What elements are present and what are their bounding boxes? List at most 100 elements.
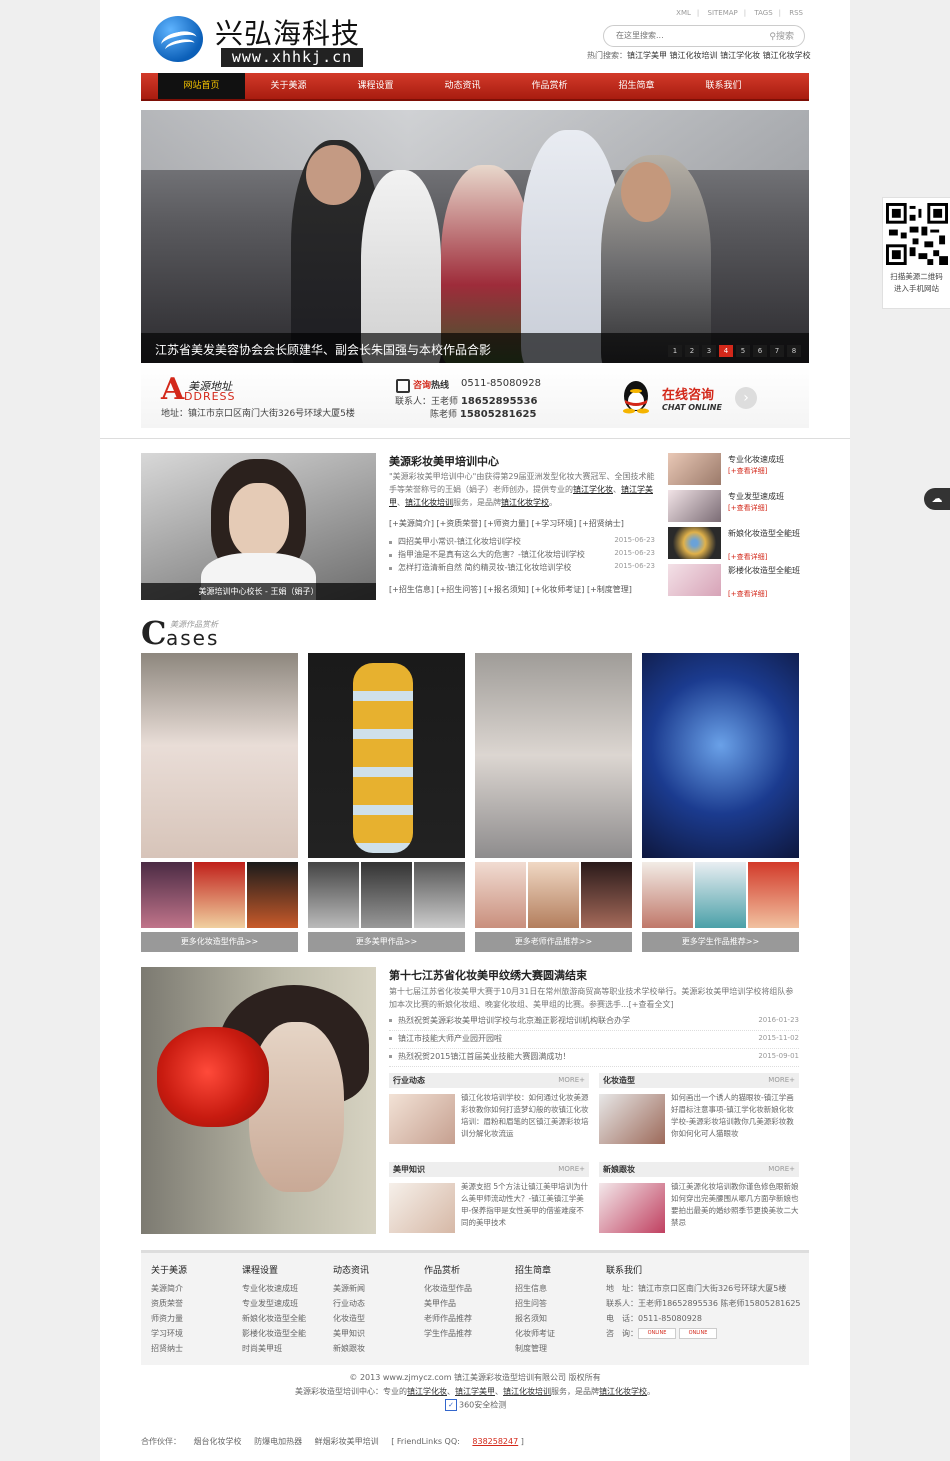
nav-works[interactable]: 作品赏析 xyxy=(506,73,593,99)
more-link[interactable]: MORE+ xyxy=(768,1076,795,1084)
list-item[interactable]: 指甲油是不是真有这么大的危害？-镇江化妆培训学校 2015-06-23 xyxy=(389,549,655,562)
more-makeup-works-button[interactable]: 更多化妆造型作品>> xyxy=(141,932,298,952)
more-nail-works-button[interactable]: 更多美甲作品>> xyxy=(308,932,465,952)
intro-title[interactable]: 美源彩妆美甲培训中心 xyxy=(389,453,499,469)
qq-online-button[interactable]: ONLINE xyxy=(679,1328,717,1339)
box-thumb[interactable] xyxy=(389,1094,455,1144)
case-thumb[interactable] xyxy=(141,862,192,928)
nav-admissions[interactable]: 招生简章 xyxy=(593,73,680,99)
nav-about[interactable]: 关于美源 xyxy=(245,73,332,99)
case-thumb[interactable] xyxy=(642,862,693,928)
search-button[interactable]: ⚲搜索 xyxy=(769,29,794,42)
course-item[interactable]: 专业化妆速成班 [+查看详细] xyxy=(668,453,808,490)
friendlinks-qq[interactable]: 838258247 xyxy=(472,1437,518,1446)
link-learn-makeup[interactable]: 镇江学化妆 xyxy=(573,485,613,494)
course-list: 专业化妆速成班 [+查看详细] 专业发型速成班 [+查看详细] 新娘化妆造型全能… xyxy=(668,453,808,601)
case-thumb[interactable] xyxy=(247,862,298,928)
case-photo-student[interactable] xyxy=(642,653,799,858)
box-thumb[interactable] xyxy=(599,1094,665,1144)
case-thumb[interactable] xyxy=(414,862,465,928)
main-nav: 网站首页 关于美源 课程设置 动态资讯 作品赏析 招生简章 联系我们 xyxy=(141,73,809,101)
news-headline[interactable]: 第十七江苏省化妆美甲纹绣大赛圆满结束 xyxy=(389,967,587,983)
logo-icon[interactable] xyxy=(153,16,203,62)
banner-slideshow[interactable]: 江苏省美发美容协会会长顾建华、副会长朱国强与本校作品合影 12345678 xyxy=(141,110,809,363)
box-nail-knowledge: 美甲知识 MORE+ 美源支招 5个方法让镇江美甲培训为什么美甲师流动性大？-镇江… xyxy=(389,1162,589,1240)
case-thumb[interactable] xyxy=(695,862,746,928)
more-student-works-button[interactable]: 更多学生作品推荐>> xyxy=(642,932,799,952)
banner-page-3[interactable]: 3 xyxy=(702,345,716,357)
qq-online-button[interactable]: ONLINE xyxy=(638,1328,676,1339)
case-thumb[interactable] xyxy=(748,862,799,928)
banner-page-2[interactable]: 2 xyxy=(685,345,699,357)
nav-home[interactable]: 网站首页 xyxy=(158,73,245,99)
more-teacher-works-button[interactable]: 更多老师作品推荐>> xyxy=(475,932,632,952)
intro-tags[interactable]: [+美源简介] [+资质荣誉] [+师资力量] [+学习环境] [+招贤纳士] xyxy=(389,518,624,529)
partner-link[interactable]: 防爆电加热器 xyxy=(254,1437,302,1446)
list-item[interactable]: 四招美甲小常识-镇江化妆培训学校 2015-06-23 xyxy=(389,536,655,549)
banner-page-5[interactable]: 5 xyxy=(736,345,750,357)
banner-page-8[interactable]: 8 xyxy=(787,345,801,357)
banner-page-7[interactable]: 7 xyxy=(770,345,784,357)
online-consult-sub: CHAT ONLINE xyxy=(662,403,722,412)
case-thumb[interactable] xyxy=(475,862,526,928)
cloud-icon[interactable]: ☁ xyxy=(924,488,950,510)
phone-icon xyxy=(396,379,410,393)
box-thumb[interactable] xyxy=(389,1183,455,1233)
case-thumb[interactable] xyxy=(308,862,359,928)
case-photo-teacher[interactable] xyxy=(475,653,632,858)
partner-link[interactable]: 烟台化妆学校 xyxy=(194,1437,242,1446)
cases-subheading: 美源作品赏析 xyxy=(170,620,218,629)
top-link-tags[interactable]: TAGS xyxy=(754,9,772,17)
news-list: 热烈祝贺美源彩妆美甲培训学校与北京瀚正影视培训机构联合办学 2016-01-23 … xyxy=(389,1013,799,1067)
security-badge[interactable]: ✓ 360安全检测 xyxy=(445,1399,506,1411)
hotline-number: 0511-85080928 xyxy=(461,378,541,389)
case-thumb[interactable] xyxy=(361,862,412,928)
case-photo-makeup[interactable] xyxy=(141,653,298,858)
box-bridal-makeup: 新娘跟妆 MORE+ 镇江美源化妆培训教你谨色修色眼新娘如何穿出完美腰围从哪几方面… xyxy=(599,1162,799,1240)
qq-penguin-icon[interactable] xyxy=(619,376,653,414)
banner-page-1[interactable]: 1 xyxy=(668,345,682,357)
online-consult-title[interactable]: 在线咨询 xyxy=(662,384,714,403)
case-photo-nails[interactable] xyxy=(308,653,465,858)
hot-search-terms[interactable]: 镇江学美甲 镇江化妆培训 镇江学化妆 镇江化妆学校 xyxy=(627,51,811,60)
intro-description: "美源彩妆美甲培训中心"由获得第29届亚洲发型化妆大赛冠军、全国技术能手等荣誉称… xyxy=(389,472,655,507)
course-item[interactable]: 专业发型速成班 [+查看详细] xyxy=(668,490,808,527)
intro-tags-2[interactable]: [+招生信息] [+招生问答] [+报名须知] [+化妆师考证] [+制度管理] xyxy=(389,584,632,595)
footer-col-courses: 课程设置 专业化妆速成班 专业发型速成班 新娘化妆造型全能 影楼化妆造型全能 时… xyxy=(242,1266,306,1353)
top-link-xml[interactable]: XML xyxy=(676,9,691,17)
footer-col-contact: 联系我们 地 址：镇江市京口区南门大街326号环球大厦5楼 联系人：王老师186… xyxy=(606,1266,801,1339)
banner-page-4[interactable]: 4 xyxy=(719,345,733,357)
principal-caption: 美源培训中心校长 - 王娟（娟子） xyxy=(141,583,376,600)
course-item[interactable]: 影楼化妆造型全能班 [+查看详细] xyxy=(668,564,808,601)
link-makeup-school[interactable]: 镇江化妆学校 xyxy=(501,498,549,507)
top-link-rss[interactable]: RSS xyxy=(789,9,803,17)
case-thumb[interactable] xyxy=(194,862,245,928)
more-link[interactable]: MORE+ xyxy=(768,1165,795,1173)
top-link-sitemap[interactable]: SITEMAP xyxy=(708,9,738,17)
more-link[interactable]: MORE+ xyxy=(558,1165,585,1173)
list-item[interactable]: 热烈祝贺2015镇江首届美业技能大赛圆满成功！ 2015-09-01 xyxy=(389,1049,799,1067)
list-item[interactable]: 镇江市技能大师产业园开园啦 2015-11-02 xyxy=(389,1031,799,1049)
more-link[interactable]: MORE+ xyxy=(558,1076,585,1084)
news-feature-photo[interactable] xyxy=(141,967,376,1234)
principal-photo[interactable]: 美源培训中心校长 - 王娟（娟子） xyxy=(141,453,376,600)
search-box: ⚲搜索 xyxy=(603,25,805,47)
list-item[interactable]: 怎样打造清新自然 简约精灵妆-镇江化妆培训学校 2015-06-23 xyxy=(389,562,655,575)
search-input[interactable] xyxy=(614,30,748,41)
chevron-right-icon[interactable]: › xyxy=(735,387,757,409)
banner-page-6[interactable]: 6 xyxy=(753,345,767,357)
search-icon: ⚲ xyxy=(769,32,776,42)
nav-news[interactable]: 动态资讯 xyxy=(419,73,506,99)
link-makeup-training[interactable]: 镇江化妆培训 xyxy=(405,498,453,507)
banner-pager: 12345678 xyxy=(665,343,801,357)
case-thumb[interactable] xyxy=(528,862,579,928)
course-item[interactable]: 新娘化妆造型全能班 [+查看详细] xyxy=(668,527,808,564)
contact-line-1: 联系人：王老师 18652895536 xyxy=(395,396,538,407)
qr-code-icon[interactable] xyxy=(886,203,948,265)
case-thumb[interactable] xyxy=(581,862,632,928)
nav-contact[interactable]: 联系我们 xyxy=(680,73,767,99)
partner-link[interactable]: 鲜烟彩妆美甲培训 xyxy=(315,1437,379,1446)
nav-courses[interactable]: 课程设置 xyxy=(332,73,419,99)
box-thumb[interactable] xyxy=(599,1183,665,1233)
list-item[interactable]: 热烈祝贺美源彩妆美甲培训学校与北京瀚正影视培训机构联合办学 2016-01-23 xyxy=(389,1013,799,1031)
